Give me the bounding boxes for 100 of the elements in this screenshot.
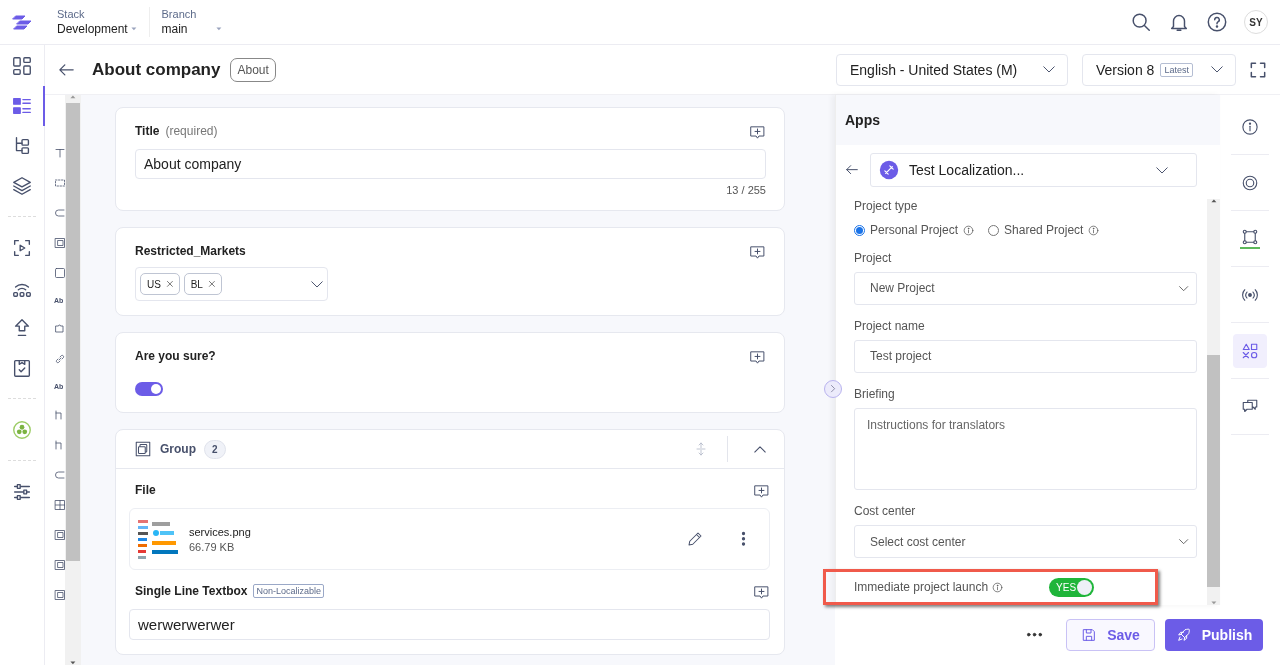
field-type-icon[interactable] — [54, 439, 65, 451]
stack-label: Stack — [57, 8, 86, 20]
cost-center-select[interactable]: Select cost center — [854, 525, 1197, 559]
project-name-input[interactable]: Test project — [854, 339, 1197, 373]
app-logo-icon — [879, 160, 899, 180]
scrollbar-thumb[interactable] — [1207, 355, 1220, 588]
app-icon — [11, 419, 33, 441]
rocket-icon — [1175, 627, 1192, 643]
field-type-icon[interactable] — [54, 267, 65, 279]
dashboard-icon — [11, 55, 33, 77]
scrollbar-thumb[interactable] — [66, 102, 80, 562]
content-type-tag: About — [230, 57, 276, 82]
save-icon — [1081, 627, 1098, 643]
pencil-icon[interactable] — [686, 530, 704, 548]
field-label: Briefing — [854, 386, 896, 401]
field-type-icon[interactable] — [54, 529, 65, 541]
radio-label: Shared Project — [1004, 223, 1084, 237]
publish-button[interactable]: Publish — [1165, 619, 1263, 651]
field-type-icon[interactable] — [54, 237, 65, 249]
kebab-icon[interactable] — [742, 532, 745, 546]
more-icon[interactable] — [1027, 633, 1042, 637]
rail-button[interactable] — [1233, 333, 1267, 368]
remove-icon — [208, 281, 215, 287]
toggle-switch[interactable] — [135, 382, 163, 396]
field-label: Are you sure? — [135, 349, 216, 363]
text-input[interactable]: About company — [135, 149, 766, 179]
info-icon — [1088, 224, 1100, 236]
character-count: 13 / 255 — [725, 184, 766, 196]
group-label: Group — [160, 442, 196, 456]
field-type-icon[interactable] — [54, 469, 65, 481]
back-icon[interactable] — [846, 165, 858, 175]
field-hint: (required) — [165, 124, 218, 138]
chevron-down-icon — [1211, 66, 1223, 73]
radio-label: Personal Project — [870, 223, 959, 237]
group-icon — [134, 440, 152, 458]
field-label: Single Line Textbox — [135, 584, 248, 598]
locale-dropdown[interactable]: English - United States (M) — [836, 53, 1068, 86]
non-localizable-badge: Non-Localizable — [253, 584, 324, 598]
field-type-icon[interactable] — [54, 353, 65, 365]
save-button[interactable]: Save — [1066, 619, 1155, 651]
chevron-down-icon — [1043, 66, 1055, 73]
field-type-icon[interactable] — [54, 177, 65, 189]
chevron-down-icon — [1178, 539, 1188, 545]
field-label: Project type — [854, 199, 919, 213]
field-type-icon[interactable] — [54, 207, 65, 219]
chevron-right-icon — [830, 385, 836, 393]
list-icon — [10, 95, 33, 117]
field-type-icon[interactable] — [54, 409, 65, 421]
layers-icon — [11, 175, 33, 197]
help-icon[interactable] — [1206, 11, 1228, 33]
scroll-up-icon[interactable] — [1210, 199, 1217, 203]
field-label: Project name — [854, 318, 926, 333]
caret-icon — [215, 27, 222, 31]
version-dropdown[interactable]: Version 8 Latest — [1082, 53, 1236, 86]
tag-chip[interactable]: BL — [183, 273, 222, 295]
caret-icon — [130, 27, 137, 31]
sliders-icon — [11, 481, 33, 503]
add-comment-icon[interactable] — [749, 244, 766, 261]
search-icon[interactable] — [1130, 11, 1152, 33]
field-label: Project — [854, 251, 893, 265]
add-comment-icon[interactable] — [753, 584, 770, 601]
scroll-down-icon[interactable] — [70, 661, 76, 665]
collapse-button[interactable] — [754, 445, 766, 453]
file-size: 66.79 KB — [189, 540, 236, 553]
briefing-textarea[interactable]: Instructions for translators — [854, 407, 1197, 491]
add-comment-icon[interactable] — [753, 483, 770, 500]
app-dropdown[interactable]: Test Localization... — [870, 153, 1197, 187]
field-type-icon[interactable] — [54, 499, 65, 511]
field-type-icon[interactable] — [54, 559, 65, 571]
chevron-down-icon — [311, 280, 323, 288]
target-icon — [1241, 173, 1259, 192]
chevron-down-icon — [1156, 166, 1168, 174]
shapes-icon — [1241, 341, 1259, 360]
back-icon[interactable] — [59, 63, 74, 76]
field-label: Title — [135, 124, 160, 138]
multiselect-field[interactable]: US BL — [135, 267, 328, 301]
add-comment-icon[interactable] — [749, 349, 766, 366]
field-label: Cost center — [854, 504, 917, 519]
play-icon — [11, 237, 33, 259]
field-label: Immediate project launch — [854, 580, 989, 595]
caret-up-icon — [754, 445, 766, 453]
nodes-icon — [1241, 228, 1259, 246]
clipboard-icon — [11, 357, 33, 379]
stack-selector[interactable]: Development — [57, 22, 137, 36]
field-label: Restricted_Markets — [135, 244, 246, 258]
text-input[interactable]: werwerwerwer — [129, 609, 770, 640]
project-select[interactable]: New Project — [854, 272, 1197, 305]
add-comment-icon[interactable] — [749, 124, 766, 141]
field-type-icon[interactable] — [54, 147, 65, 159]
page-title: About company — [92, 59, 221, 80]
branch-selector[interactable]: main — [161, 22, 222, 36]
field-type-icon[interactable] — [54, 323, 65, 335]
field-type-icon[interactable] — [54, 589, 65, 601]
branch-label: Branch — [161, 8, 198, 20]
file-name: services.png — [189, 525, 252, 538]
info-icon — [1241, 117, 1259, 136]
remove-icon — [166, 281, 173, 287]
count-badge: 2 — [204, 439, 226, 459]
info-icon — [963, 224, 975, 236]
tag-chip[interactable]: US — [140, 273, 180, 295]
